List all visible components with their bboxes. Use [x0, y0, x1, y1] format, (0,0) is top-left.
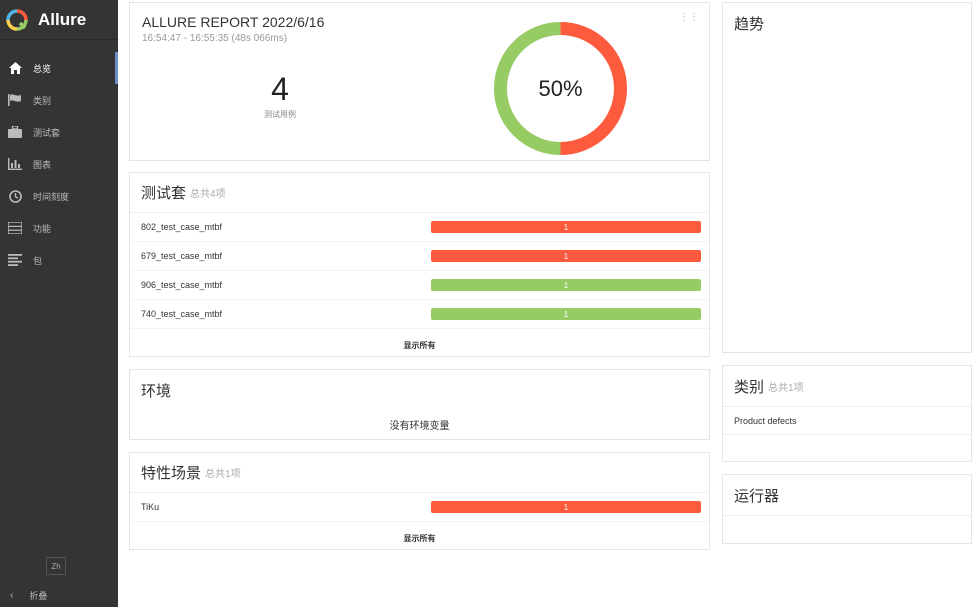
suite-status-bar: 1: [431, 221, 701, 233]
categories-widget: 类别 总共1项 Product defects: [722, 365, 972, 462]
sidebar-item-suites[interactable]: 测试套: [0, 116, 118, 148]
executors-divider: [723, 515, 971, 516]
sidebar-item-label: 类别: [33, 95, 52, 106]
trend-header: 趋势: [723, 3, 971, 43]
suites-show-all-link[interactable]: 显示所有: [130, 340, 709, 351]
suite-name: 679_test_case_mtbf: [141, 251, 223, 261]
sidebar-item-label: 总览: [33, 63, 52, 74]
suite-name: 740_test_case_mtbf: [141, 309, 223, 319]
categories-header: 类别 总共1项: [723, 366, 971, 406]
table-row[interactable]: 740_test_case_mtbf 1: [130, 300, 709, 329]
features-title: 特性场景: [141, 465, 202, 482]
environment-widget: 环境 没有环境变量: [129, 369, 710, 440]
drag-handle-icon[interactable]: ⋮⋮: [679, 12, 699, 23]
sidebar-item-label: 测试套: [33, 127, 61, 138]
suites-total: 总共4项: [190, 189, 226, 200]
suite-name: 802_test_case_mtbf: [141, 222, 223, 232]
collapse-label: 折叠: [29, 590, 48, 601]
sidebar-item-behaviors[interactable]: 功能: [0, 212, 118, 244]
suites-widget: 测试套 总共4项 802_test_case_mtbf 1 679_test_c…: [129, 172, 710, 357]
suite-name: 906_test_case_mtbf: [141, 280, 223, 290]
environment-title: 环境: [141, 382, 172, 400]
trend-title: 趋势: [734, 15, 765, 33]
collapse-sidebar-button[interactable]: ‹ 折叠: [0, 583, 118, 607]
main-content: ALLURE REPORT 2022/6/16 16:54:47 - 16:55…: [118, 0, 972, 607]
chevron-left-icon: ‹: [10, 589, 14, 601]
sidebar-item-graphs[interactable]: 图表: [0, 148, 118, 180]
briefcase-icon: [8, 125, 22, 139]
sidebar-item-categories[interactable]: 类别: [0, 84, 118, 116]
features-show-all-link[interactable]: 显示所有: [130, 533, 709, 544]
list-icon: [8, 221, 22, 235]
flag-icon: [8, 93, 22, 107]
summary-widget: ALLURE REPORT 2022/6/16 16:54:47 - 16:55…: [129, 2, 710, 161]
sidebar: Allure 总览 类别 测试套 图表 时间刻度 功能 包 Zh ‹ 折叠: [0, 0, 118, 607]
environment-header: 环境: [130, 370, 709, 410]
report-title: ALLURE REPORT 2022/6/16: [142, 14, 325, 30]
table-row[interactable]: 802_test_case_mtbf 1: [130, 213, 709, 242]
sidebar-nav: 总览 类别 测试套 图表 时间刻度 功能 包: [0, 52, 118, 276]
sidebar-item-label: 包: [33, 255, 43, 266]
feature-name: TiKu: [141, 502, 160, 512]
suite-status-bar: 1: [431, 250, 701, 262]
sidebar-item-overview[interactable]: 总览: [0, 52, 118, 84]
table-row[interactable]: 679_test_case_mtbf 1: [130, 242, 709, 271]
categories-total: 总共1项: [768, 382, 804, 394]
summary-donut-chart: 50%: [494, 22, 627, 155]
donut-percent: 50%: [538, 76, 582, 101]
executors-header: 运行器: [723, 475, 971, 515]
bar-chart-icon: [8, 157, 22, 171]
sidebar-item-label: 功能: [33, 223, 52, 234]
trend-widget: 趋势: [722, 2, 972, 353]
executors-title: 运行器: [734, 487, 780, 505]
suite-status-bar: 1: [431, 279, 701, 291]
table-row[interactable]: TiKu 1: [130, 493, 709, 522]
suite-status-bar: 1: [431, 308, 701, 320]
category-name: Product defects: [734, 415, 797, 426]
categories-title: 类别: [734, 378, 765, 396]
home-icon: [8, 61, 22, 75]
sidebar-item-packages[interactable]: 包: [0, 244, 118, 276]
sidebar-item-label: 图表: [33, 159, 52, 170]
executors-widget: 运行器: [722, 474, 972, 544]
suites-header: 测试套 总共4项: [130, 173, 709, 213]
features-total: 总共1项: [205, 469, 241, 480]
language-switch-button[interactable]: Zh: [46, 557, 66, 575]
sidebar-item-timeline[interactable]: 时间刻度: [0, 180, 118, 212]
environment-empty-message: 没有环境变量: [389, 421, 450, 432]
sidebar-item-label: 时间刻度: [33, 191, 70, 202]
clock-icon: [8, 189, 22, 203]
features-widget: 特性场景 总共1项 TiKu 1 显示所有: [129, 452, 710, 550]
list-item[interactable]: Product defects: [723, 406, 971, 435]
align-left-icon: [8, 253, 22, 267]
report-time-range: 16:54:47 - 16:55:35 (48s 066ms): [142, 33, 288, 44]
table-row[interactable]: 906_test_case_mtbf 1: [130, 271, 709, 300]
brand[interactable]: Allure: [0, 0, 118, 40]
sidebar-footer: Zh ‹ 折叠: [0, 557, 118, 607]
allure-logo-icon: [6, 8, 28, 31]
suites-title: 测试套: [141, 185, 187, 202]
brand-name: Allure: [38, 9, 87, 29]
features-header: 特性场景 总共1项: [130, 453, 709, 493]
testcase-count: 4: [271, 71, 289, 107]
testcase-count-label: 测试用例: [264, 110, 296, 119]
feature-status-bar: 1: [431, 501, 701, 513]
